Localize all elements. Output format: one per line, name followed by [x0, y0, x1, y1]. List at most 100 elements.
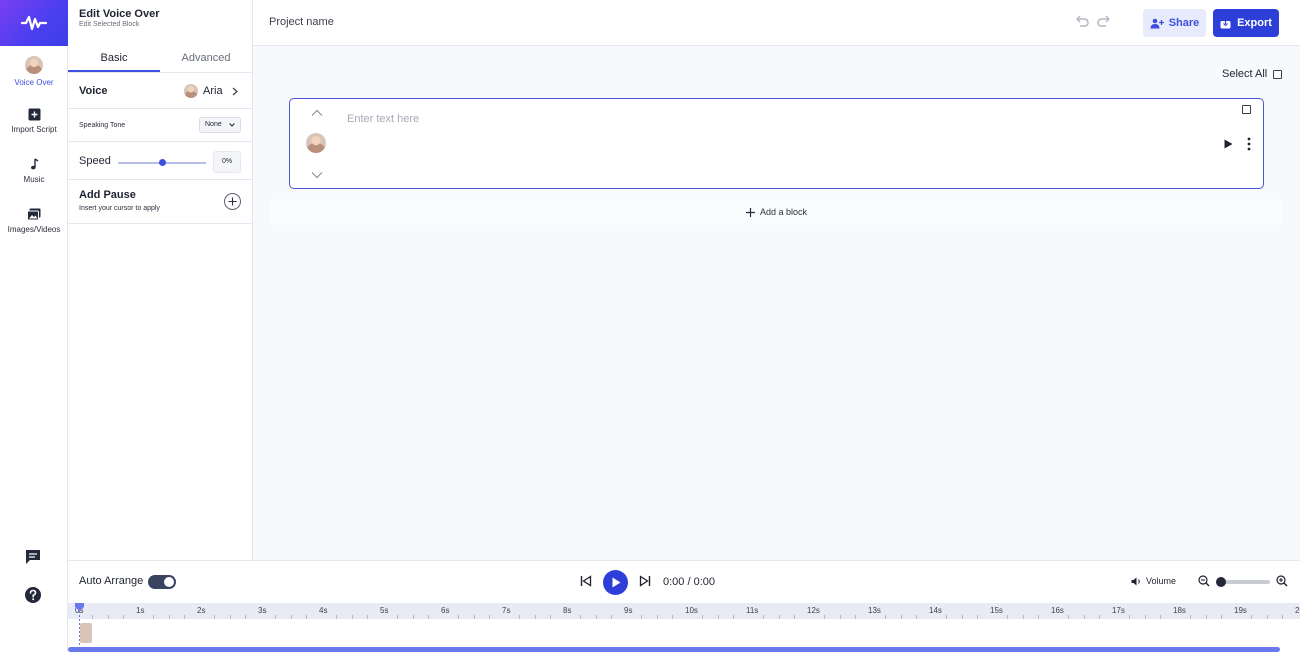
timeline-minor-tick: [596, 615, 597, 619]
speaking-tone-dropdown[interactable]: None: [199, 117, 241, 133]
timeline-minor-tick: [519, 615, 520, 619]
timeline-minor-tick: [184, 615, 185, 619]
redo-icon[interactable]: [1096, 15, 1112, 29]
select-all-checkbox[interactable]: [1273, 69, 1283, 79]
timeline-minor-tick: [657, 615, 658, 619]
timeline-tick-label: 16s: [1051, 606, 1064, 615]
timeline-minor-tick: [672, 615, 673, 619]
timeline-minor-tick: [840, 615, 841, 619]
timeline-minor-tick: [306, 615, 307, 619]
help-icon[interactable]: [24, 586, 42, 604]
timeline-ruler[interactable]: 0s1s2s3s4s5s6s7s8s9s10s11s12s13s14s15s16…: [68, 603, 1300, 619]
timeline-tick-label: 18s: [1173, 606, 1186, 615]
timeline-minor-tick: [1007, 615, 1008, 619]
block-voice-avatar[interactable]: [306, 133, 326, 153]
rail-item-images-videos[interactable]: Images/Videos: [0, 208, 68, 234]
timeline-minor-tick: [428, 615, 429, 619]
timeline-minor-tick: [397, 615, 398, 619]
play-icon: [612, 577, 620, 588]
voice-label: Voice: [79, 85, 108, 97]
timeline-tick-label: 8s: [563, 606, 572, 615]
timeline-tick-label: 6s: [441, 606, 450, 615]
add-pause-button[interactable]: [224, 193, 241, 210]
timeline-minor-tick: [901, 615, 902, 619]
timeline-scrollbar[interactable]: [68, 647, 1280, 652]
add-block-button[interactable]: Add a block: [270, 199, 1283, 225]
project-name[interactable]: Project name: [269, 16, 334, 28]
rail-item-voice-over[interactable]: Voice Over: [0, 56, 68, 87]
timeline[interactable]: 0s1s2s3s4s5s6s7s8s9s10s11s12s13s14s15s16…: [68, 603, 1300, 652]
tab-advanced[interactable]: Advanced: [160, 46, 252, 72]
export-icon: [1220, 17, 1231, 28]
timeline-minor-tick: [1068, 615, 1069, 619]
select-all[interactable]: Select All: [1222, 68, 1283, 80]
skip-back-icon[interactable]: [580, 575, 592, 587]
timeline-minor-tick: [916, 615, 917, 619]
timeline-clip[interactable]: [80, 623, 92, 643]
zoom-slider-knob[interactable]: [1216, 577, 1226, 587]
add-user-icon: [1150, 18, 1164, 28]
chat-icon[interactable]: [24, 548, 42, 566]
block-select-checkbox[interactable]: [1242, 105, 1251, 114]
auto-arrange-toggle[interactable]: [148, 575, 176, 589]
timeline-minor-tick: [413, 615, 414, 619]
rail-item-label: Import Script: [11, 125, 57, 134]
timeline-minor-tick: [123, 615, 124, 619]
zoom-out-icon[interactable]: [1198, 575, 1210, 587]
skip-forward-icon[interactable]: [639, 575, 651, 587]
chevron-down-icon[interactable]: [311, 171, 323, 179]
timeline-minor-tick: [535, 615, 536, 619]
voice-avatar-icon: [25, 56, 43, 74]
timeline-minor-tick: [1190, 615, 1191, 619]
block-text-input[interactable]: Enter text here: [347, 113, 419, 125]
timeline-minor-tick: [733, 615, 734, 619]
add-pause-label: Add Pause: [79, 189, 136, 201]
timeline-minor-tick: [611, 615, 612, 619]
panel-title: Edit Voice Over: [79, 8, 160, 20]
app-logo[interactable]: [0, 0, 68, 46]
voice-block[interactable]: Enter text here: [289, 98, 1264, 189]
timeline-minor-tick: [580, 615, 581, 619]
timeline-minor-tick: [275, 615, 276, 619]
undo-icon[interactable]: [1074, 15, 1090, 29]
timeline-tick-label: 3s: [258, 606, 267, 615]
timeline-tick-label: 13s: [868, 606, 881, 615]
volume-control[interactable]: Volume: [1131, 576, 1176, 586]
add-block-label: Add a block: [759, 207, 808, 217]
timeline-minor-tick: [1038, 615, 1039, 619]
timeline-tick-label: 7s: [502, 606, 511, 615]
timeline-tick-label: 5s: [380, 606, 389, 615]
top-bar: Project name Share Export: [253, 0, 1300, 46]
timeline-minor-tick: [641, 615, 642, 619]
timeline-minor-tick: [779, 615, 780, 619]
play-button[interactable]: [603, 570, 628, 595]
export-button[interactable]: Export: [1213, 9, 1279, 37]
export-label: Export: [1237, 17, 1272, 29]
speed-slider-knob[interactable]: [159, 159, 166, 166]
voice-row[interactable]: Voice Aria: [68, 73, 252, 109]
speed-label: Speed: [79, 155, 111, 167]
play-icon[interactable]: [1223, 139, 1233, 149]
timeline-tick-label: 17s: [1112, 606, 1125, 615]
speaking-tone-value: None: [205, 121, 222, 128]
chevron-up-icon[interactable]: [311, 109, 323, 117]
timeline-minor-tick: [1267, 615, 1268, 619]
more-options-icon[interactable]: [1247, 137, 1251, 151]
speed-value-field[interactable]: 0%: [213, 151, 241, 173]
timeline-minor-tick: [1282, 615, 1283, 619]
rail-item-music[interactable]: Music: [0, 158, 68, 184]
tab-basic[interactable]: Basic: [68, 46, 160, 72]
add-pause-hint: Insert your cursor to apply: [79, 205, 160, 212]
timeline-minor-tick: [474, 615, 475, 619]
timeline-minor-tick: [1160, 615, 1161, 619]
timecode: 0:00 / 0:00: [663, 576, 715, 588]
timeline-tick-label: 14s: [929, 606, 942, 615]
zoom-in-icon[interactable]: [1276, 575, 1288, 587]
timeline-minor-tick: [92, 615, 93, 619]
timeline-minor-tick: [1251, 615, 1252, 619]
rail-item-import-script[interactable]: Import Script: [0, 108, 68, 134]
voice-avatar: [184, 84, 198, 98]
share-button[interactable]: Share: [1143, 9, 1206, 37]
timeline-minor-tick: [794, 615, 795, 619]
panel-header: Edit Voice Over Edit Selected Block: [68, 0, 252, 46]
